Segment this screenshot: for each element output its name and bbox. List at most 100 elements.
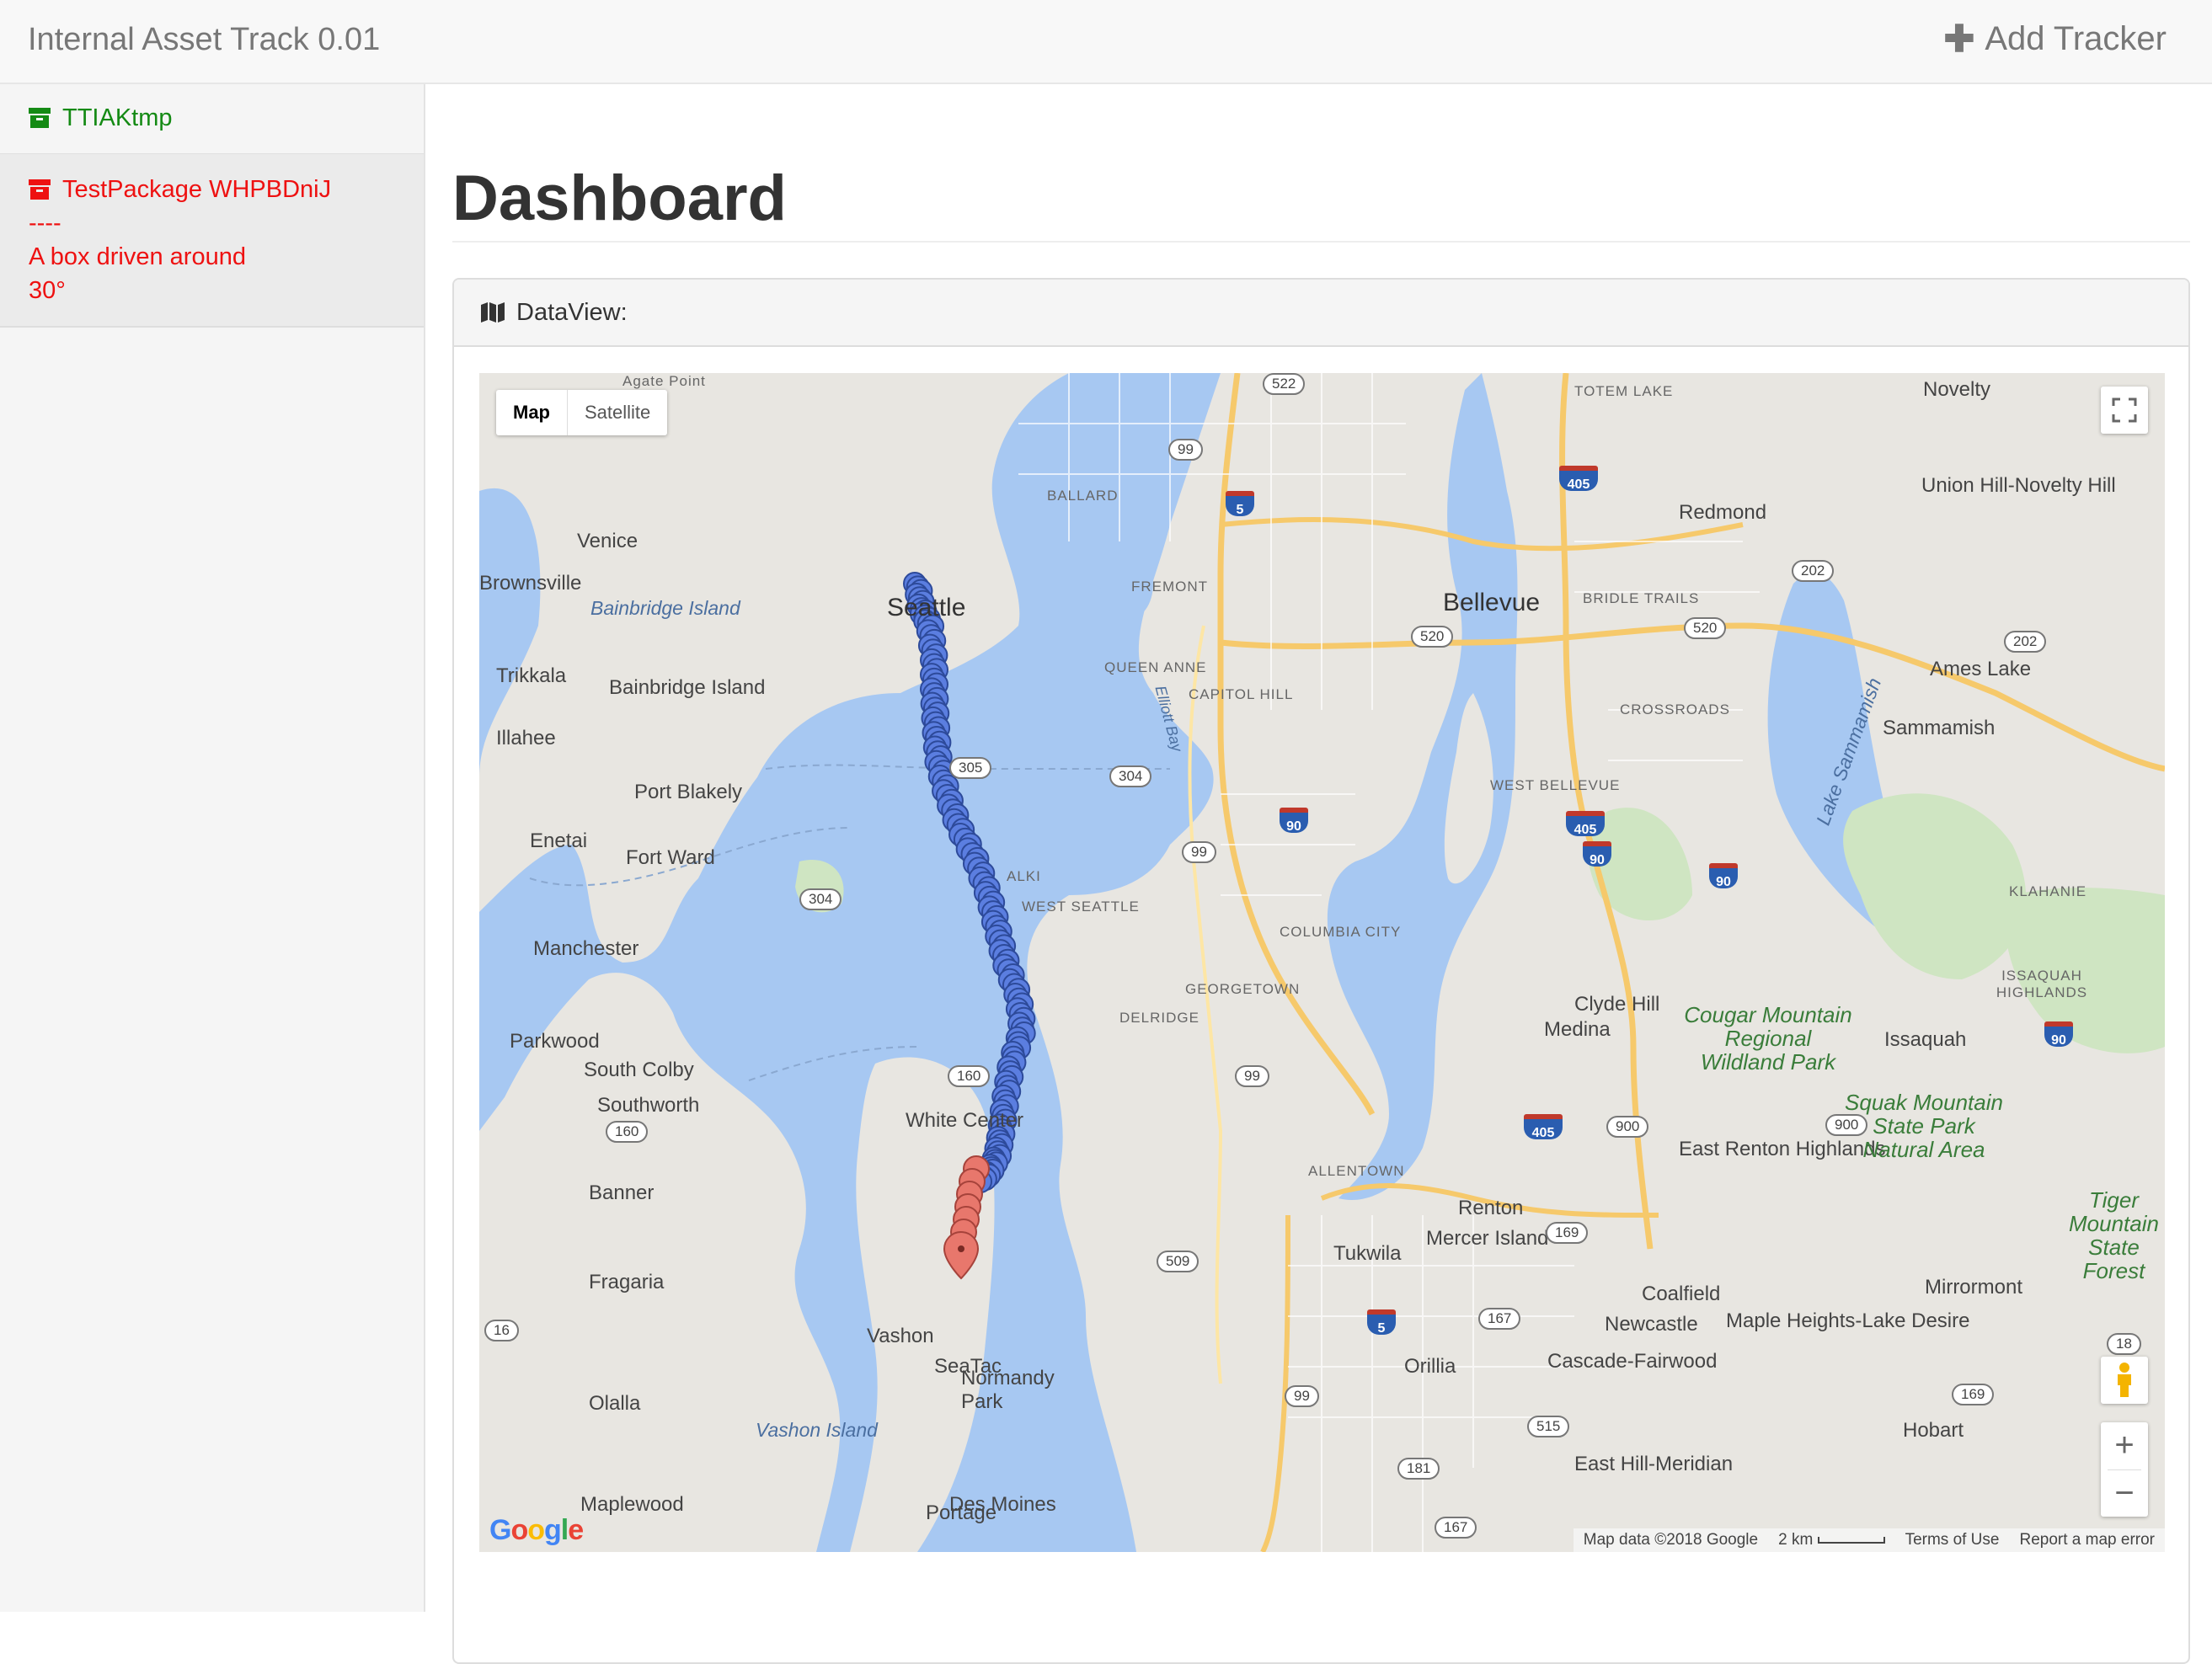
map-label-ballard: BALLARD (1047, 488, 1118, 504)
map-label-allentown: ALLENTOWN (1308, 1163, 1405, 1180)
street-view-pegman-button[interactable] (2101, 1357, 2148, 1404)
map-label-newcastle: Newcastle (1605, 1313, 1698, 1336)
map-label-union-hill: Union Hill-Novelty Hill (1921, 474, 2116, 498)
map-label-totem-lake: TOTEM LAKE (1574, 383, 1673, 400)
archive-box-icon (29, 108, 51, 128)
map-label-enetai: Enetai (530, 829, 587, 853)
route-shield-304-west: 304 (799, 888, 842, 910)
map-label-maple-heights: Maple Heights-Lake Desire (1726, 1309, 1969, 1333)
sidebar-item-ttiaktmp[interactable]: TTIAKtmp (0, 84, 424, 153)
map-label-west-bellevue: WEST BELLEVUE (1490, 777, 1620, 794)
map-label-parkwood: Parkwood (510, 1030, 600, 1053)
route-shield-16: 16 (484, 1320, 519, 1341)
map-label-novelty: Novelty (1923, 378, 1990, 402)
map-label-ames-lake: Ames Lake (1930, 658, 2031, 681)
pegman-icon (2113, 1362, 2135, 1399)
map-label-maplewood: Maplewood (580, 1493, 684, 1517)
map-label-mirrormont: Mirrormont (1925, 1276, 2022, 1299)
add-tracker-label: Add Tracker (1985, 20, 2167, 58)
map-label-queen-anne: QUEEN ANNE (1104, 659, 1206, 676)
map-label-east-hill: East Hill-Meridian (1574, 1453, 1733, 1476)
sidebar-item-testpackage[interactable]: TestPackage WHPBDniJ ---- A box driven a… (0, 153, 424, 328)
route-shield-99-mid: 99 (1182, 841, 1216, 863)
map-label-port-blakely: Port Blakely (634, 781, 742, 804)
route-shield-520-east: 520 (1684, 617, 1726, 639)
fullscreen-button[interactable] (2101, 387, 2148, 434)
map-label-delridge: DELRIDGE (1119, 1010, 1200, 1027)
interstate-405-renton: 405 (1524, 1114, 1563, 1139)
google-logo: Google (489, 1514, 583, 1547)
route-shield-900-east: 900 (1825, 1114, 1867, 1136)
route-shield-99-seatac: 99 (1285, 1385, 1319, 1407)
interstate-405-north: 405 (1559, 466, 1598, 491)
main-content: Dashboard DataView: (425, 84, 2212, 1612)
route-shield-160-east: 160 (948, 1065, 990, 1087)
interstate-5-north: 5 (1226, 491, 1254, 516)
map-label-banner: Banner (589, 1181, 654, 1205)
route-shield-202-east: 202 (2004, 631, 2046, 653)
route-shield-900-west: 900 (1606, 1116, 1648, 1138)
report-map-error-link[interactable]: Report a map error (2019, 1531, 2155, 1549)
map-label-seattle: Seattle (887, 594, 965, 622)
map-label-medina: Medina (1544, 1018, 1611, 1042)
interstate-90-issaquah: 90 (2044, 1021, 2073, 1047)
route-shield-160-west: 160 (606, 1121, 648, 1143)
map-label-agate-point: Agate Point (622, 373, 706, 390)
map-label-hobart: Hobart (1903, 1419, 1964, 1443)
top-navbar: Internal Asset Track 0.01 ✚ Add Tracker (0, 0, 2212, 84)
map-label-bellevue: Bellevue (1443, 589, 1540, 617)
tracker-separator: ---- (29, 206, 395, 240)
map-label-venice: Venice (577, 530, 638, 553)
terms-of-use-link[interactable]: Terms of Use (1905, 1531, 2000, 1549)
route-shield-99-south: 99 (1235, 1065, 1269, 1087)
map-label-renton: Renton (1458, 1197, 1523, 1220)
map-label-alki: ALKI (1007, 868, 1041, 885)
map-label-trikkala: Trikkala (496, 664, 566, 688)
map-label-southworth: Southworth (597, 1094, 699, 1117)
map-attribution: Map data ©2018 Google 2 km Terms of Use … (1574, 1528, 2165, 1552)
map-label-cougar-mountain: Cougar Mountain Regional Wildland Park (1684, 1003, 1852, 1074)
interstate-5-south: 5 (1367, 1309, 1396, 1335)
zoom-out-button[interactable]: − (2101, 1469, 2148, 1517)
interstate-90-east: 90 (1709, 863, 1738, 888)
map-label-fort-ward: Fort Ward (626, 846, 715, 870)
map-label-orillia: Orillia (1404, 1355, 1456, 1379)
route-shield-167-north: 167 (1478, 1308, 1520, 1330)
app-brand[interactable]: Internal Asset Track 0.01 (28, 22, 380, 58)
zoom-control: + − (2101, 1422, 2148, 1517)
zoom-in-button[interactable]: + (2101, 1422, 2148, 1469)
map-label-mercer-island: Mercer Island (1426, 1227, 1548, 1251)
last-location-pin-dot (958, 1245, 964, 1252)
tracker-name: TestPackage WHPBDniJ (62, 173, 331, 206)
map-label-white-center: White Center (906, 1109, 1023, 1133)
route-shield-202-north: 202 (1792, 560, 1834, 582)
route-shield-167-south: 167 (1435, 1517, 1477, 1539)
map-label-issaquah-highlands: ISSAQUAH HIGHLANDS (1996, 968, 2088, 1001)
add-tracker-button[interactable]: ✚ Add Tracker (1943, 20, 2167, 58)
map-label-cascade-fairwood: Cascade-Fairwood (1547, 1350, 1717, 1373)
map-scale: 2 km (1778, 1531, 1884, 1549)
interstate-90-west: 90 (1280, 808, 1308, 833)
sidebar: TTIAKtmp TestPackage WHPBDniJ ---- A box… (0, 84, 425, 1612)
map-label-capitol-hill: CAPITOL HILL (1189, 686, 1293, 703)
map-label-bainbridge-island: Bainbridge Island (590, 597, 740, 620)
map-label-south-colby: South Colby (584, 1059, 694, 1082)
map-label-coalfield: Coalfield (1642, 1283, 1720, 1306)
map-view[interactable]: Seattle Bellevue Redmond Renton Sammamis… (479, 373, 2165, 1552)
map-type-satellite-button[interactable]: Satellite (567, 390, 667, 435)
archive-box-icon (29, 179, 51, 200)
map-label-olalla: Olalla (589, 1392, 640, 1416)
interstate-90-mid: 90 (1583, 841, 1611, 867)
interstate-405-bellevue: 405 (1566, 811, 1605, 836)
map-type-map-button[interactable]: Map (496, 390, 567, 435)
map-label-crossroads: CROSSROADS (1620, 701, 1730, 718)
map-label-illahee: Illahee (496, 727, 556, 750)
tracker-description: A box driven around (29, 240, 395, 274)
tracker-name: TTIAKtmp (62, 101, 173, 135)
map-label-manchester: Manchester (533, 937, 638, 961)
route-shield-520-west: 520 (1411, 626, 1453, 648)
map-label-tukwila: Tukwila (1333, 1242, 1401, 1266)
map-label-bainbridge-island-city: Bainbridge Island (609, 676, 765, 700)
map-base (479, 373, 2165, 1552)
route-shield-169-north: 169 (1546, 1222, 1588, 1244)
